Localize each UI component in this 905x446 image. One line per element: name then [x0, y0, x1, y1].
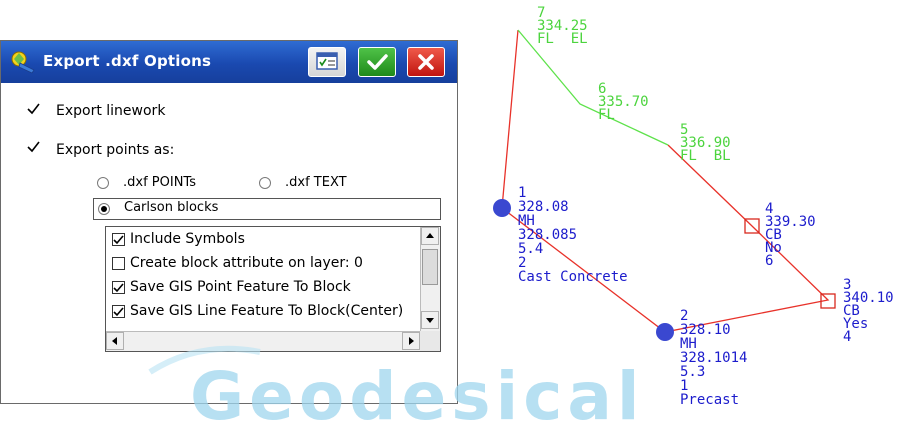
watermark-logo: Geodesical: [190, 358, 645, 435]
